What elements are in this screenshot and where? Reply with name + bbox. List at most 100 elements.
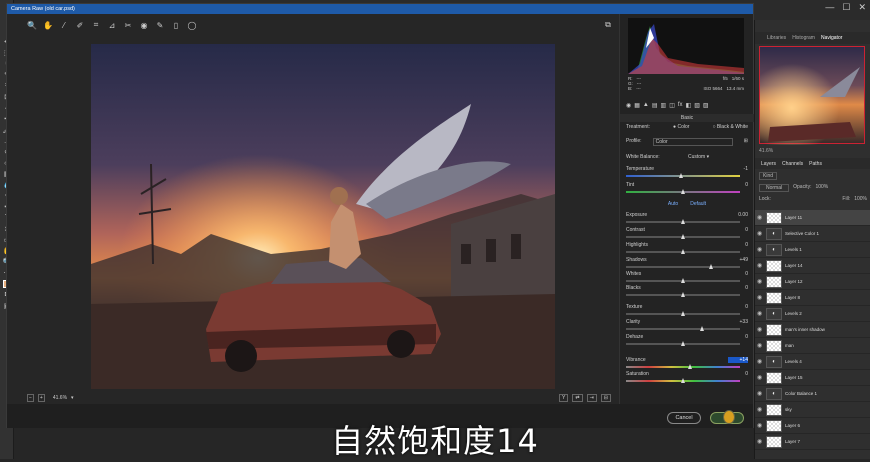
hsl-icon[interactable]: ▤ [652,102,658,112]
slider-knob[interactable] [688,364,693,369]
slider-track[interactable] [626,219,740,224]
layer-name[interactable]: Selective Color 1 [785,231,819,236]
layer-name[interactable]: Levels 2 [785,311,802,316]
slider-value[interactable]: +33 [728,319,748,325]
slider-knob[interactable] [680,278,685,283]
slider-knob[interactable] [680,378,685,383]
visibility-eye-icon[interactable]: ◉ [757,278,763,285]
copy-settings-icon[interactable]: ⇥ [586,394,597,402]
slider-value[interactable]: +14 [728,357,748,363]
slider-knob[interactable] [699,326,704,331]
slider-knob[interactable] [679,173,684,178]
slider-value[interactable]: 0.00 [728,212,748,218]
white-balance-icon[interactable]: ⁄ [59,21,69,30]
slider-value[interactable]: +49 [728,257,748,263]
treatment-color-radio[interactable]: ● Color [673,124,689,130]
slider-value[interactable]: 0 [728,334,748,340]
profile-browser-icon[interactable]: ⊞ [744,138,748,146]
visibility-eye-icon[interactable]: ◉ [757,390,763,397]
zoom-in-icon[interactable]: + [37,394,45,402]
visibility-eye-icon[interactable]: ◉ [757,374,763,381]
slider-value[interactable]: 0 [728,227,748,233]
visibility-eye-icon[interactable]: ◉ [757,358,763,365]
layer-row[interactable]: ◉ ◐ Levels 1 [755,242,870,258]
layer-name[interactable]: man [785,343,794,348]
layer-row[interactable]: ◉ ◐ Selective Color 1 [755,226,870,242]
layer-row[interactable]: ◉ man's inner shadow [755,322,870,338]
slider-track[interactable] [626,364,740,369]
open-preferences-icon[interactable]: ⧉ [603,20,613,30]
visibility-eye-icon[interactable]: ◉ [757,294,763,301]
slider-value[interactable]: 0 [728,271,748,277]
slider-knob[interactable] [680,341,685,346]
zoom-level[interactable]: 41.6% [53,395,67,401]
slider-track[interactable] [626,311,740,316]
layer-name[interactable]: Layer 11 [785,215,802,220]
layer-name[interactable]: Layer 8 [785,295,800,300]
redeye-icon[interactable]: ◉ [139,21,149,30]
slider-knob[interactable] [680,292,685,297]
color-sampler-icon[interactable]: ✐ [75,21,85,30]
visibility-eye-icon[interactable]: ◉ [757,246,763,253]
split-toning-icon[interactable]: ▥ [661,102,667,112]
lens-icon[interactable]: ◫ [669,102,675,112]
layer-row[interactable]: ◉ man [755,338,870,354]
tone-curve-icon[interactable]: ▦ [634,102,640,112]
slider-value[interactable]: 0 [728,371,748,377]
detail-icon[interactable]: ▲ [643,102,649,112]
navigator-zoom-value[interactable]: 41.6% [759,148,865,156]
wb-select[interactable]: Custom ▾ [688,154,748,160]
fill-value[interactable]: 100% [854,196,867,202]
slider-knob[interactable] [680,249,685,254]
layer-row[interactable]: ◉ ◐ Levels 2 [755,306,870,322]
layer-row[interactable]: ◉ ◐ Color Balance 1 [755,386,870,402]
layer-row[interactable]: ◉ Layer 8 [755,290,870,306]
tab-layers[interactable]: Layers [761,161,776,167]
slider-track[interactable] [626,234,740,239]
zoom-out-icon[interactable]: − [27,394,34,402]
layer-name[interactable]: sky [785,407,792,412]
slider-value[interactable]: -1 [728,166,748,172]
visibility-eye-icon[interactable]: ◉ [757,214,763,221]
visibility-eye-icon[interactable]: ◉ [757,262,763,269]
slider-knob[interactable] [709,264,713,269]
slider-knob[interactable] [680,311,685,316]
straighten-icon[interactable]: ⊿ [107,21,117,30]
navigator-thumbnail[interactable] [759,46,866,145]
zoom-icon[interactable]: 🔍 [27,21,37,30]
visibility-eye-icon[interactable]: ◉ [757,310,763,317]
presets-icon[interactable]: ▧ [694,102,700,112]
slider-value[interactable]: 0 [728,182,748,188]
slider-track[interactable] [626,264,740,269]
tab-libraries[interactable]: Libraries [767,35,786,41]
auto-button[interactable]: Auto [668,201,678,207]
preview-image[interactable] [91,44,555,389]
hand-icon[interactable]: ✋ [43,21,53,30]
radial-filter-icon[interactable]: ◯ [187,21,197,30]
visibility-eye-icon[interactable]: ◉ [757,326,763,333]
slider-value[interactable]: 0 [728,242,748,248]
tab-histogram[interactable]: Histogram [792,35,815,41]
blend-mode-select[interactable]: Normal [759,184,790,192]
before-after-y-icon[interactable]: Y [559,394,569,402]
treatment-bw-radio[interactable]: ○ Black & White [712,124,748,130]
calibration-icon[interactable]: ◧ [686,102,692,112]
layer-row[interactable]: ◉ Layer 12 [755,274,870,290]
slider-track[interactable] [626,249,740,254]
slider-track[interactable] [626,326,740,331]
graduated-filter-icon[interactable]: ▯ [171,21,181,30]
close-icon[interactable]: ✕ [858,2,866,13]
layer-row[interactable]: ◉ Layer 14 [755,258,870,274]
layer-row[interactable]: ◉ ◐ Levels 4 [755,354,870,370]
slider-track[interactable] [626,341,740,346]
before-after-swap-icon[interactable]: ⇄ [572,394,583,402]
layer-name[interactable]: Levels 1 [785,247,802,252]
tab-channels[interactable]: Channels [782,161,803,167]
slider-knob[interactable] [680,234,685,239]
slider-track[interactable] [626,292,740,297]
slider-track[interactable] [626,278,740,283]
layer-name[interactable]: man's inner shadow [785,327,825,332]
layer-name[interactable]: Layer 14 [785,263,803,268]
opacity-value[interactable]: 100% [815,184,828,192]
slider-knob[interactable] [680,219,685,224]
